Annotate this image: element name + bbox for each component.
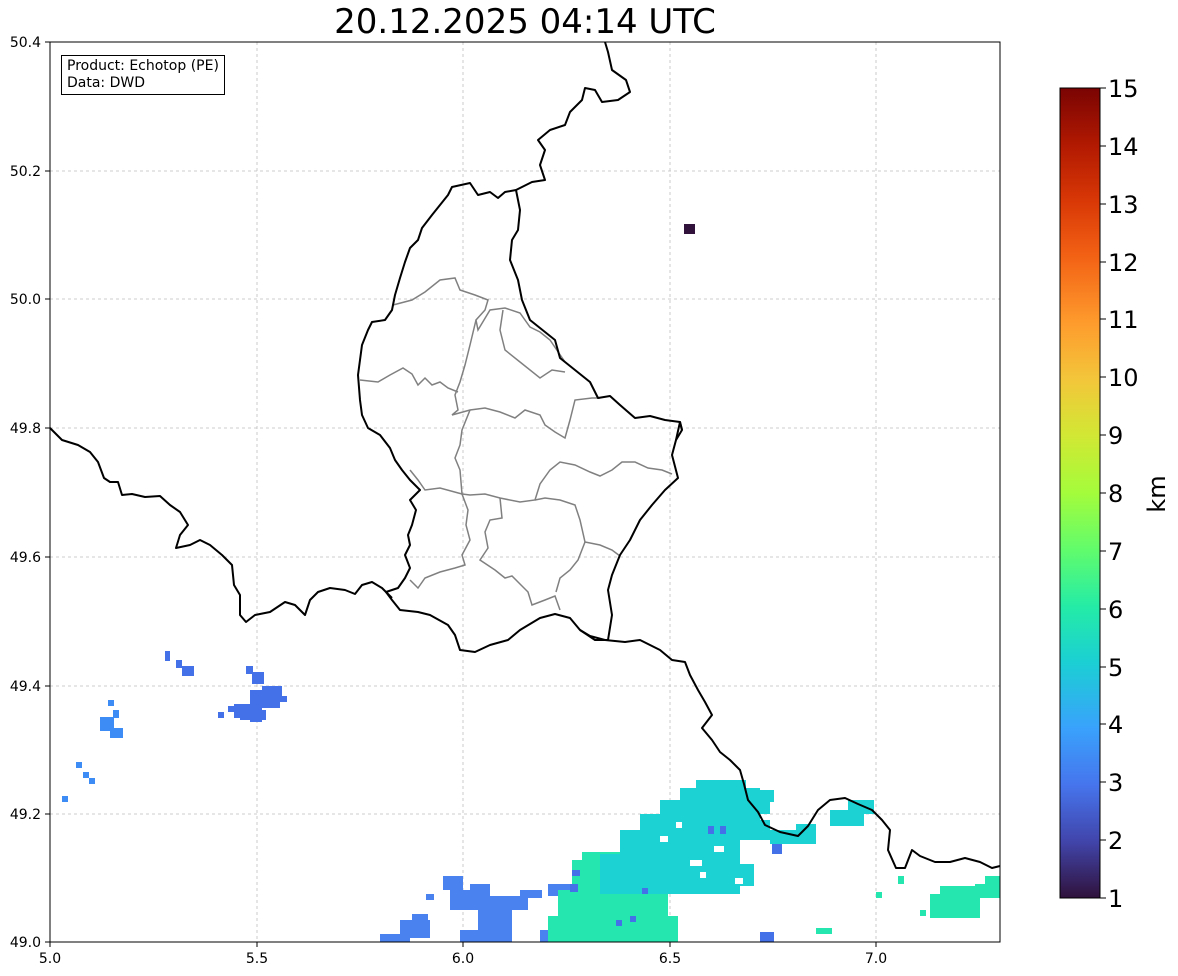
- x-tick-label: 7.0: [865, 951, 887, 967]
- colorbar: [1059, 87, 1101, 899]
- colorbar-label: km: [1143, 475, 1171, 512]
- colorbar-tick-label: 4: [1108, 711, 1123, 739]
- y-tick-label: 49.6: [10, 550, 41, 566]
- info-box: Product: Echotop (PE) Data: DWD: [61, 55, 225, 95]
- colorbar-tick-label: 11: [1108, 306, 1139, 334]
- colorbar-ticks: [1100, 87, 1106, 899]
- colorbar-tick-label: 6: [1108, 596, 1123, 624]
- y-tick-label: 50.4: [10, 35, 41, 51]
- echo-cell-dark: [684, 224, 695, 234]
- y-tick-label: 49.2: [10, 807, 41, 823]
- colorbar-tick-label: 10: [1108, 364, 1139, 392]
- info-product: Product: Echotop (PE): [67, 58, 219, 74]
- y-tick-label: 50.2: [10, 164, 41, 180]
- colorbar-tick-label: 5: [1108, 654, 1123, 682]
- y-tick-label: 49.0: [10, 935, 41, 951]
- colorbar-tick-label: 15: [1108, 75, 1139, 103]
- colorbar-tick-label: 3: [1108, 769, 1123, 797]
- colorbar-tick-label: 7: [1108, 538, 1123, 566]
- y-tick-label: 49.4: [10, 679, 41, 695]
- x-tick-label: 6.0: [452, 951, 474, 967]
- info-data-source: Data: DWD: [67, 75, 145, 91]
- map-figure: 5.0 5.5 6.0 6.5 7.0 49.0 49.2 49.4 49.6 …: [10, 35, 1171, 967]
- colorbar-tick-label: 14: [1108, 133, 1139, 161]
- y-tick-label: 49.8: [10, 421, 41, 437]
- colorbar-tick-label: 9: [1108, 422, 1123, 450]
- colorbar-tick-label: 1: [1108, 885, 1123, 913]
- colorbar-tick-label: 8: [1108, 480, 1123, 508]
- x-tick-label: 6.5: [659, 951, 681, 967]
- x-tick-label: 5.0: [39, 951, 61, 967]
- colorbar-tick-label: 12: [1108, 249, 1139, 277]
- colorbar-tick-label: 13: [1108, 191, 1139, 219]
- colorbar-tick-label: 2: [1108, 827, 1123, 855]
- y-tick-label: 50.0: [10, 292, 41, 308]
- x-tick-label: 5.5: [246, 951, 268, 967]
